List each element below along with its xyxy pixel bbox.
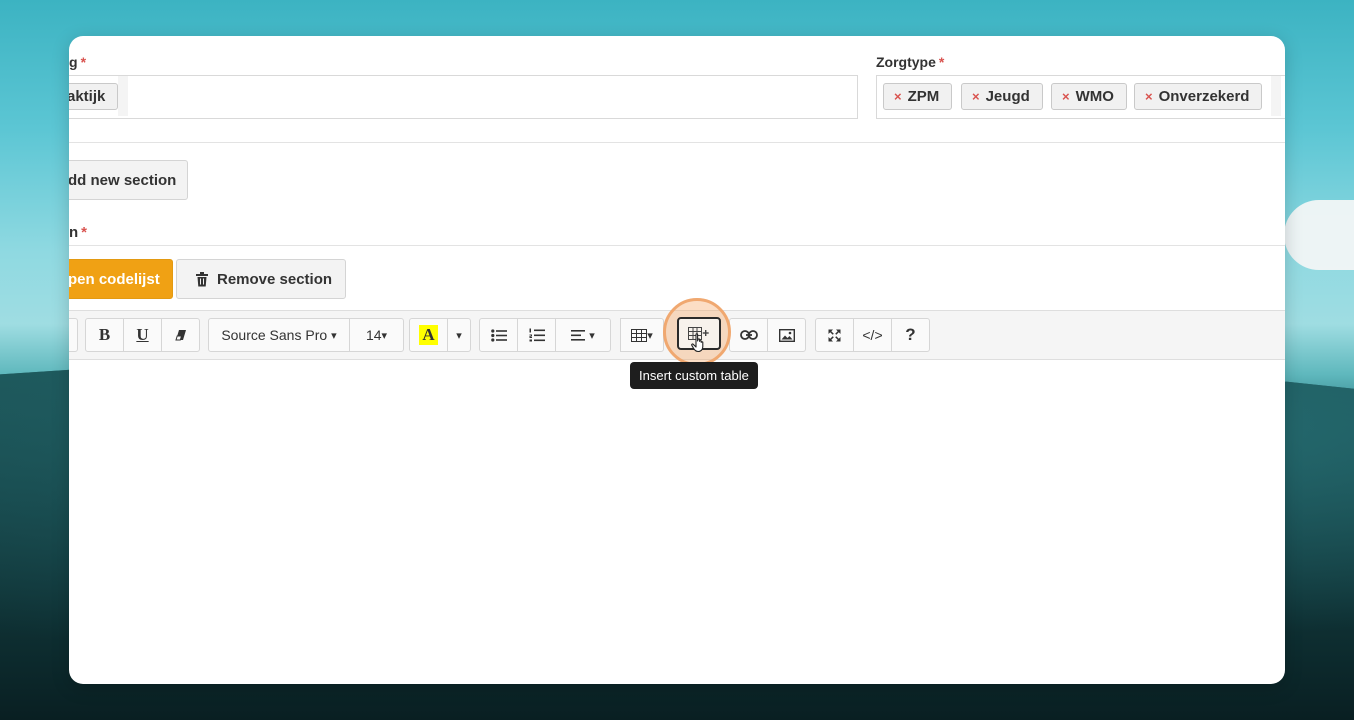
font-family-dropdown[interactable]: Source Sans Pro ▾ [208, 318, 350, 352]
divider [69, 245, 1285, 246]
remove-tag-icon[interactable]: × [972, 89, 980, 104]
toolbar-group-view: </> ? [815, 318, 930, 352]
divider [69, 142, 1285, 143]
toolbar-group-text-style: B U [85, 318, 200, 352]
highlight-color-button[interactable]: A [409, 318, 448, 352]
zorgtype-tag-wmo: × WMO [1051, 83, 1127, 110]
toolbar-partial-button[interactable] [69, 318, 78, 352]
ordered-list-icon [529, 328, 545, 342]
left-field-label: g * [69, 54, 87, 70]
code-view-button[interactable]: </> [853, 318, 892, 352]
zorgtype-tag-onverzekerd: × Onverzekerd [1134, 83, 1263, 110]
background-cloud [1284, 200, 1354, 270]
align-left-icon [571, 329, 586, 341]
zorgtype-multiselect-input[interactable]: × ZPM × Jeugd × WMO × Onverzekerd [876, 75, 1285, 119]
left-selected-tag: aktijk [69, 83, 119, 110]
remove-tag-icon[interactable]: × [894, 89, 902, 104]
zorgtype-tag-zpm: × ZPM [883, 83, 953, 110]
form-card: g * aktijk Zorgtype * × ZPM × Jeugd × WMO … [69, 36, 1285, 684]
left-multiselect-input[interactable]: aktijk [69, 75, 858, 119]
zorgtype-label: Zorgtype * [876, 54, 945, 70]
remove-tag-icon[interactable]: × [1145, 89, 1153, 104]
table-dropdown[interactable]: ▾ [620, 318, 664, 352]
insert-image-button[interactable] [767, 318, 806, 352]
image-icon [778, 328, 795, 342]
fullscreen-icon [828, 329, 841, 341]
remove-tag-icon[interactable]: × [1062, 89, 1070, 104]
toolbar-group-partial [69, 318, 78, 352]
zorgtype-input-cursor-area [1271, 76, 1281, 116]
unordered-list-icon [490, 328, 507, 342]
eraser-icon [174, 330, 186, 341]
toolbar-group-font: Source Sans Pro ▾ 14 ▾ [208, 318, 404, 352]
zorgtype-tag-jeugd: × Jeugd [961, 83, 1043, 110]
font-size-dropdown[interactable]: 14 ▾ [349, 318, 404, 352]
underline-button[interactable]: U [123, 318, 162, 352]
chevron-down-icon: ▾ [647, 329, 653, 342]
toolbar-group-insert: ▾ [620, 318, 664, 352]
align-dropdown[interactable]: ▾ [555, 318, 611, 352]
toolbar-group-highlight: A ▾ [409, 318, 471, 352]
ordered-list-button[interactable] [517, 318, 556, 352]
left-input-cursor-area [118, 76, 128, 116]
remove-section-button[interactable]: Remove section [176, 259, 346, 299]
trash-icon [196, 271, 208, 286]
fullscreen-button[interactable] [815, 318, 854, 352]
toolbar-group-media [729, 318, 806, 352]
chevron-down-icon: ▾ [456, 329, 462, 342]
add-new-section-button[interactable]: dd new section [69, 160, 188, 200]
tooltip: Insert custom table [630, 362, 758, 389]
open-codelist-button[interactable]: pen codelijst [69, 259, 173, 299]
section-field-label: n * [69, 224, 88, 241]
table-icon [631, 328, 648, 342]
toolbar-group-paragraph: ▾ [479, 318, 611, 352]
insert-link-button[interactable] [729, 318, 768, 352]
highlight-a-icon: A [419, 325, 438, 345]
bold-button[interactable]: B [85, 318, 124, 352]
link-icon [739, 330, 758, 340]
help-button[interactable]: ? [891, 318, 930, 352]
chevron-down-icon: ▾ [381, 329, 388, 342]
highlight-color-dropdown[interactable]: ▾ [447, 318, 471, 352]
hand-cursor-icon [691, 333, 704, 353]
chevron-down-icon: ▾ [589, 329, 595, 342]
chevron-down-icon: ▾ [331, 329, 337, 342]
unordered-list-button[interactable] [479, 318, 518, 352]
eraser-button[interactable] [161, 318, 200, 352]
